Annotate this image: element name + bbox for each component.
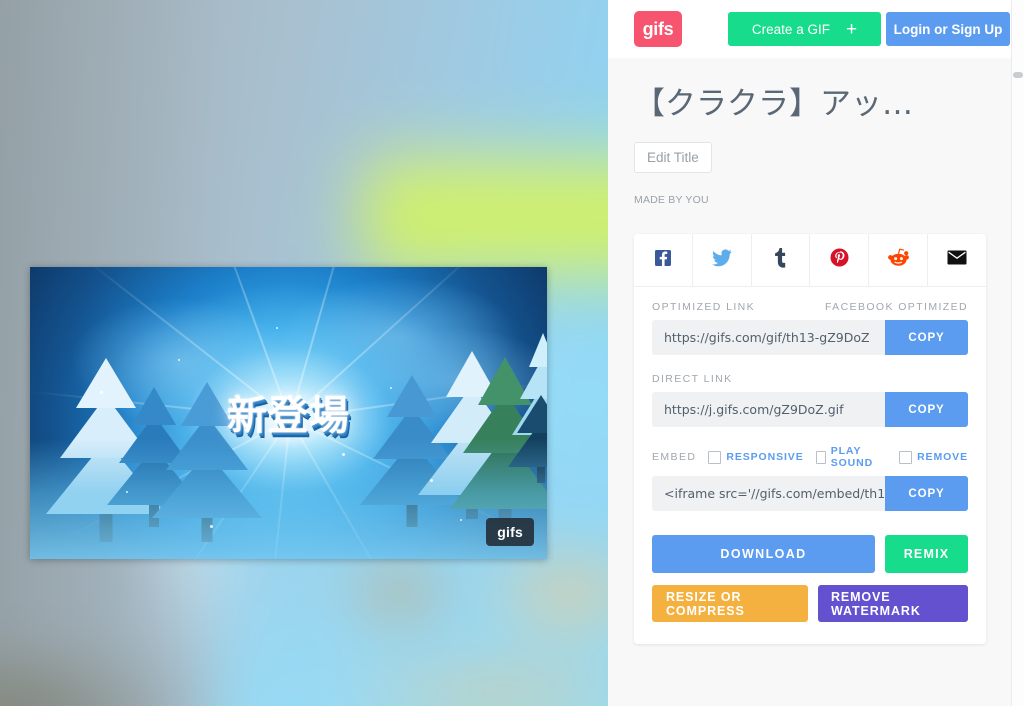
gif-preview[interactable]: 新登場 gifs <box>30 267 547 559</box>
direct-link-header: DIRECT LINK <box>652 373 968 385</box>
remove-checkbox[interactable] <box>899 450 913 464</box>
optimized-link-header: OPTIMIZED LINK FACEBOOK OPTIMIZED <box>652 301 968 313</box>
remix-button[interactable]: REMIX <box>885 535 968 573</box>
share-reddit-button[interactable] <box>869 234 929 286</box>
remove-watermark-button[interactable]: REMOVE WATERMARK <box>817 585 968 622</box>
top-navigation-bar: gifs Create a GIF + Login or Sign Up <box>608 0 1012 58</box>
resize-or-compress-button[interactable]: RESIZE OR COMPRESS <box>652 585 808 622</box>
scrollbar-thumb[interactable] <box>1013 72 1023 78</box>
copy-embed-code-button[interactable]: COPY <box>885 476 968 511</box>
play-sound-checkbox[interactable] <box>815 450 826 464</box>
remove-label: REMOVE <box>917 451 968 463</box>
direct-link-row: https://j.gifs.com/gZ9DoZ.gif COPY <box>652 392 968 427</box>
links-section: OPTIMIZED LINK FACEBOOK OPTIMIZED https:… <box>634 287 986 533</box>
share-twitter-button[interactable] <box>692 234 752 286</box>
twitter-icon <box>711 248 732 272</box>
facebook-icon <box>654 249 672 272</box>
plus-icon: + <box>845 18 858 40</box>
login-or-signup-button[interactable]: Login or Sign Up <box>886 12 1010 46</box>
optimized-link-input[interactable]: https://gifs.com/gif/th13-gZ9DoZ <box>652 330 885 345</box>
share-tumblr-button[interactable] <box>751 234 811 286</box>
made-by-label: MADE BY YOU <box>634 194 709 206</box>
gifs-logo[interactable]: gifs <box>634 11 682 47</box>
play-sound-label: PLAY SOUND <box>830 445 874 469</box>
copy-direct-link-button[interactable]: COPY <box>885 392 968 427</box>
edit-title-button[interactable]: Edit Title <box>634 142 712 173</box>
gifs-share-page: 新登場 gifs gifs Create a GIF + Login or Si… <box>0 0 1024 706</box>
embed-label: EMBED <box>652 451 697 463</box>
actions-section: DOWNLOAD REMIX RESIZE OR COMPRESS REMOVE… <box>634 533 986 644</box>
optimized-link-label: OPTIMIZED LINK <box>652 301 756 313</box>
embed-option-responsive[interactable]: RESPONSIVE <box>708 450 804 464</box>
share-card: OPTIMIZED LINK FACEBOOK OPTIMIZED https:… <box>634 234 986 644</box>
embed-code-input[interactable]: <iframe src='//gifs.com/embed/th13-gZ9Do… <box>652 486 885 501</box>
create-a-gif-label: Create a GIF <box>751 21 830 37</box>
embed-header: EMBED RESPONSIVE PLAY SOUND REMOVE <box>652 445 968 469</box>
share-facebook-button[interactable] <box>634 234 693 286</box>
gif-stage: 新登場 gifs <box>0 0 608 706</box>
social-share-row <box>634 234 986 287</box>
copy-optimized-link-button[interactable]: COPY <box>885 320 968 355</box>
pinterest-icon <box>830 248 849 272</box>
page-title: 【クラクラ】アッ… <box>634 86 913 122</box>
download-button[interactable]: DOWNLOAD <box>652 535 875 573</box>
direct-link-input[interactable]: https://j.gifs.com/gZ9DoZ.gif <box>652 402 885 417</box>
primary-actions-row: DOWNLOAD REMIX <box>652 535 968 573</box>
responsive-checkbox[interactable] <box>708 450 722 464</box>
envelope-icon <box>947 250 967 270</box>
direct-link-label: DIRECT LINK <box>652 373 733 385</box>
create-a-gif-button[interactable]: Create a GIF + <box>728 12 881 46</box>
optimized-link-row: https://gifs.com/gif/th13-gZ9DoZ COPY <box>652 320 968 355</box>
responsive-label: RESPONSIVE <box>726 451 804 463</box>
gifs-watermark: gifs <box>486 518 534 546</box>
embed-code-row: <iframe src='//gifs.com/embed/th13-gZ9Do… <box>652 476 968 511</box>
tumblr-icon <box>774 247 788 273</box>
reddit-icon <box>887 248 909 272</box>
gif-overlay-text: 新登場 <box>227 393 350 439</box>
gif-scene: 新登場 gifs <box>30 267 547 559</box>
facebook-optimized-badge: FACEBOOK OPTIMIZED <box>824 301 968 313</box>
embed-option-play-sound[interactable]: PLAY SOUND <box>815 445 887 469</box>
page-scrollbar[interactable] <box>1011 0 1024 706</box>
share-pinterest-button[interactable] <box>810 234 870 286</box>
share-email-button[interactable] <box>928 234 986 286</box>
embed-option-remove[interactable]: REMOVE <box>899 450 968 464</box>
share-panel: gifs Create a GIF + Login or Sign Up 【クラ… <box>608 0 1012 706</box>
secondary-actions-row: RESIZE OR COMPRESS REMOVE WATERMARK <box>652 585 968 622</box>
